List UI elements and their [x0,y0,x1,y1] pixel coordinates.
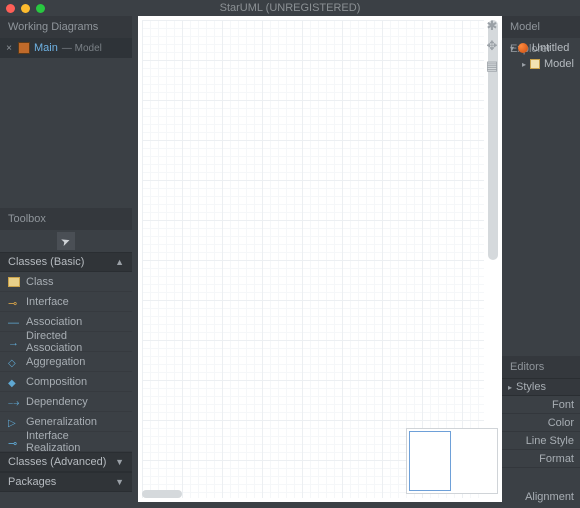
toolbox-group-packages[interactable]: Packages ▼ [0,472,132,492]
minimap[interactable] [406,428,498,494]
tool-label: Interface Realization [26,430,124,454]
chevron-up-icon: ▲ [115,252,124,272]
selection-tool-row: ➤ [0,230,132,252]
project-label: Untitled [532,42,569,54]
style-row-format[interactable]: Format [502,450,580,468]
generalization-icon [8,417,20,427]
titlebar: StarUML (UNREGISTERED) [0,0,580,16]
tree-row-model[interactable]: ▸ Model [506,56,576,72]
chevron-down-icon: ▼ [115,472,124,492]
diagram-thumbnails-icon[interactable]: ▤ [484,58,500,74]
left-sidebar: Working Diagrams × Main — Model Toolbox … [0,16,132,508]
styles-label: Styles [516,381,546,393]
tool-label: Association [26,316,82,328]
diagram-name: Main [34,42,58,54]
alignment-section[interactable]: Alignment [502,486,580,508]
disclosure-triangle-icon[interactable]: ▾ [510,44,514,53]
diagram-area [132,16,502,508]
working-diagrams-header: Working Diagrams [0,16,132,38]
chevron-down-icon: ▼ [115,452,124,472]
dependency-icon [8,397,20,407]
collaboration-icon[interactable]: ✥ [484,38,500,54]
model-label: Model [544,58,574,70]
style-row-font[interactable]: Font [502,396,580,414]
tool-label: Generalization [26,416,97,428]
directed-association-icon [8,337,20,347]
tool-label: Interface [26,296,69,308]
style-label: Format [539,453,574,465]
editors-body: ▸ Styles Font Color Line Style Format Al… [502,378,580,508]
tool-class[interactable]: Class [0,272,132,292]
disclosure-triangle-icon[interactable]: ▸ [522,60,526,69]
class-icon [8,277,20,287]
styles-section-header[interactable]: ▸ Styles [502,378,580,396]
tree-row-project[interactable]: ▾ Untitled [506,40,576,56]
selection-tool-button[interactable]: ➤ [57,232,75,250]
style-label: Color [548,417,574,429]
association-icon [8,317,20,327]
group-label: Classes (Advanced) [8,452,106,472]
diagram-canvas[interactable] [142,20,484,498]
window-title: StarUML (UNREGISTERED) [0,2,580,14]
model-explorer-body: ▾ Untitled ▸ Model [502,38,580,74]
horizontal-scrollbar[interactable] [142,490,182,498]
close-icon[interactable]: × [4,43,14,54]
group-label: Classes (Basic) [8,252,84,272]
tool-directed-association[interactable]: Directed Association [0,332,132,352]
tool-interface[interactable]: Interface [0,292,132,312]
style-label: Line Style [526,435,574,447]
model-icon [530,59,540,69]
tool-label: Directed Association [26,330,124,354]
tool-interface-realization[interactable]: Interface Realization [0,432,132,452]
project-icon [518,43,528,53]
composition-icon [8,377,20,387]
diagram-path: — Model [62,43,102,54]
working-diagrams-body: × Main — Model [0,38,132,208]
disclosure-triangle-icon[interactable]: ▸ [508,383,512,392]
tool-aggregation[interactable]: Aggregation [0,352,132,372]
extension-manager-icon[interactable]: ✱ [484,18,500,34]
working-diagram-item[interactable]: × Main — Model [0,38,132,58]
interface-realization-icon [8,437,20,447]
diagram-icon [18,42,30,54]
group-label: Packages [8,472,56,492]
minimap-viewport[interactable] [409,431,451,491]
tool-label: Dependency [26,396,88,408]
cursor-icon: ➤ [59,233,72,248]
alignment-label: Alignment [525,491,574,503]
toolbox-group-classes-advanced[interactable]: Classes (Advanced) ▼ [0,452,132,472]
aggregation-icon [8,357,20,367]
tool-dependency[interactable]: Dependency [0,392,132,412]
style-row-color[interactable]: Color [502,414,580,432]
canvas-wrap [138,16,502,502]
tool-composition[interactable]: Composition [0,372,132,392]
tool-label: Composition [26,376,87,388]
tool-label: Aggregation [26,356,85,368]
style-label: Font [552,399,574,411]
toolbox-header: Toolbox [0,208,132,230]
right-sidebar: ✱ ✥ ▤ Model Explorer ▾ Untitled ▸ Model … [502,16,580,508]
tool-label: Class [26,276,54,288]
right-toolbar: ✱ ✥ ▤ [484,18,502,74]
style-row-line-style[interactable]: Line Style [502,432,580,450]
editors-header: Editors [502,356,580,378]
model-explorer-header: Model Explorer [502,16,580,38]
toolbox-group-classes-basic-items: Class Interface Association Directed Ass… [0,272,132,452]
interface-icon [8,297,20,307]
toolbox-group-classes-basic[interactable]: Classes (Basic) ▲ [0,252,132,272]
